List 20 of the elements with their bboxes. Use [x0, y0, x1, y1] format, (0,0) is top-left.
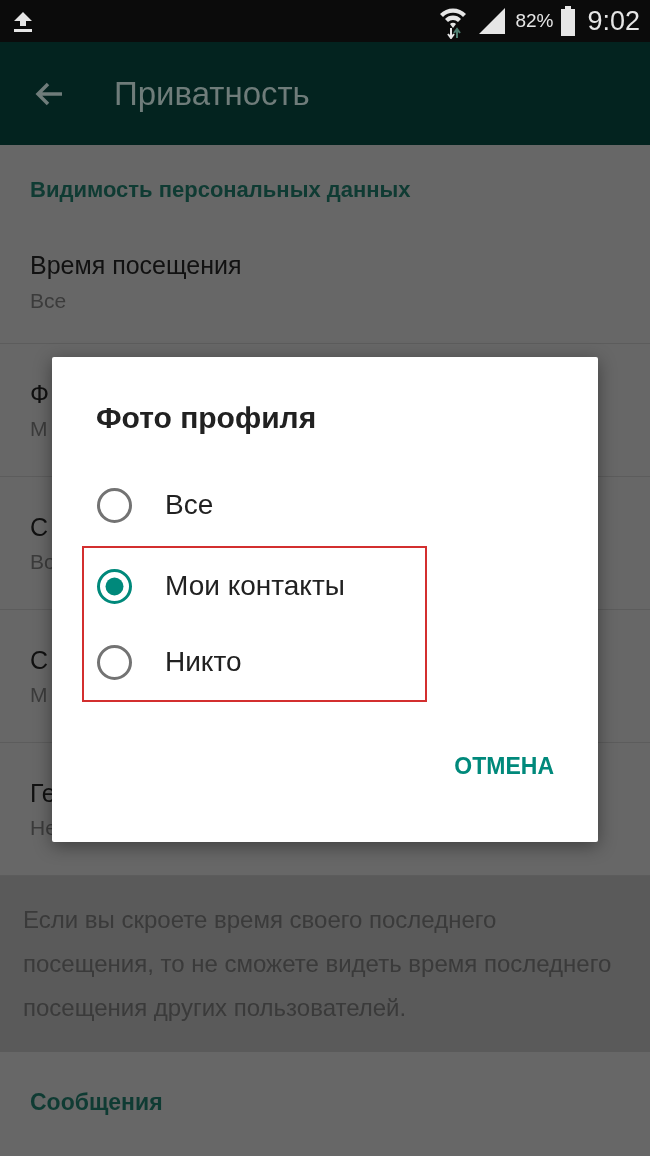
option-label[interactable]: Все: [165, 484, 214, 526]
setting-title: С: [30, 511, 49, 543]
upload-icon: [12, 10, 34, 32]
clock: 9:02: [587, 4, 640, 38]
section-header: Видимость персональных данных: [30, 177, 411, 202]
option-label[interactable]: Никто: [165, 641, 242, 683]
radio-button[interactable]: [96, 486, 133, 524]
cancel-button[interactable]: ОТМЕНА: [454, 744, 554, 787]
screen-title: Приватность: [114, 73, 310, 114]
radio-button[interactable]: [96, 567, 133, 605]
setting-title: Ф: [30, 378, 49, 410]
battery-percent: 82%: [515, 8, 554, 33]
setting-title: Время посещения: [30, 250, 242, 281]
battery-icon: [561, 6, 576, 36]
setting-title: С: [30, 644, 49, 676]
signal-icon: [477, 6, 508, 36]
section-header: Сообщения: [30, 1089, 163, 1115]
dialog-title: Фото профиля: [96, 400, 318, 436]
option-label[interactable]: Мои контакты: [165, 565, 345, 607]
radio-button[interactable]: [96, 643, 133, 681]
